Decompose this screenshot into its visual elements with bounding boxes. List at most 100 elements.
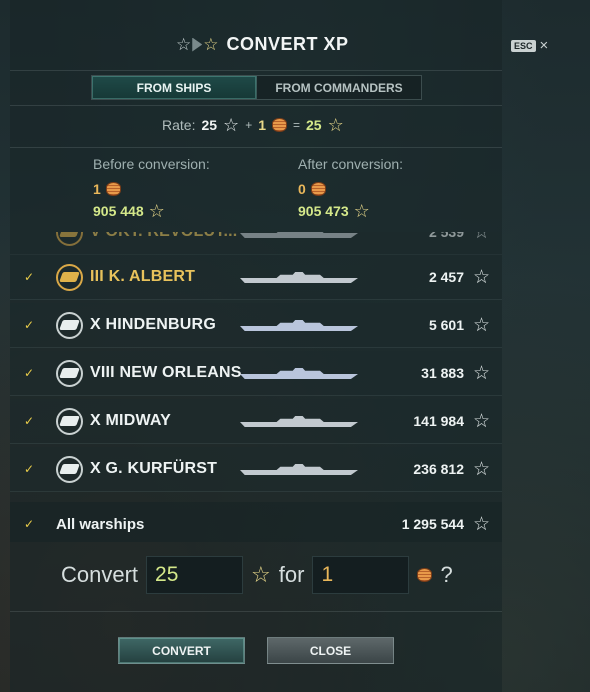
ship-xp: 141 984 — [413, 413, 464, 429]
divider — [10, 611, 502, 612]
tab-from-commanders[interactable]: FROM COMMANDERS — [257, 76, 421, 99]
rate-equals: = — [293, 118, 301, 132]
ship-name: X MIDWAY — [90, 412, 172, 429]
free-xp-star-icon: ☆ — [251, 562, 271, 587]
after-doubloons-line: 0 — [298, 178, 403, 200]
for-label: for — [278, 562, 305, 587]
checkmark-icon[interactable]: ✓ — [24, 414, 34, 428]
xp-star-icon: ☆ — [223, 115, 240, 135]
ship-name: X HINDENBURG — [90, 316, 216, 333]
ship-name: V OKT. REVOLUT... — [90, 232, 237, 241]
all-warships-label: All warships — [56, 515, 145, 533]
xp-star-icon: ☆ — [472, 458, 490, 480]
rate-xp-value: 25 — [201, 117, 218, 133]
free-xp-star-icon: ☆ — [148, 201, 165, 221]
before-doubloons-line: 1 — [93, 178, 210, 200]
arrow-icon — [192, 37, 203, 52]
rate-free-xp-value: 25 — [306, 117, 322, 133]
divider — [10, 70, 502, 71]
ship-silhouette — [240, 317, 358, 331]
before-free-xp: 905 448 — [93, 203, 144, 219]
xp-star-icon: ☆ — [176, 34, 192, 54]
ship-row[interactable]: ✓ X MIDWAY 141 984 ☆ — [10, 399, 502, 444]
ship-row[interactable]: ✓ X HINDENBURG 5 601 ☆ — [10, 303, 502, 348]
doubloon-icon — [272, 118, 287, 132]
before-label: Before conversion: — [93, 156, 210, 172]
dialog-header: ☆ ☆ CONVERT XP ESC × — [0, 30, 590, 60]
ship-name: III K. ALBERT — [90, 268, 196, 285]
after-free-xp: 905 473 — [298, 203, 349, 219]
ship-class-icon — [56, 455, 83, 483]
ship-row[interactable]: ✓ III K. ALBERT 2 457 ☆ — [10, 255, 502, 300]
free-xp-star-icon: ☆ — [353, 201, 370, 221]
xp-star-icon: ☆ — [472, 314, 490, 336]
after-doubloons: 0 — [298, 181, 306, 197]
checkmark-icon[interactable]: ✓ — [24, 318, 34, 332]
ship-xp: 2 457 — [428, 269, 464, 285]
ship-row[interactable]: ✓ X G. KURFÜRST 236 812 ☆ — [10, 447, 502, 492]
doubloon-icon — [105, 182, 121, 196]
after-free-xp-line: 905 473 ☆ — [298, 200, 403, 222]
xp-amount-input[interactable]: 25 — [146, 556, 244, 594]
esc-key-badge: ESC — [511, 39, 536, 52]
xp-star-icon: ☆ — [472, 513, 490, 535]
ship-name: VIII NEW ORLEANS — [90, 364, 242, 381]
xp-star-icon: ☆ — [472, 232, 490, 243]
help-icon[interactable]: ? — [440, 562, 452, 588]
ship-class-icon — [56, 359, 83, 387]
free-xp-star-icon: ☆ — [327, 115, 344, 135]
free-xp-star-icon: ☆ — [203, 34, 219, 54]
ship-class-icon — [56, 232, 83, 246]
close-button[interactable]: CLOSE — [267, 637, 394, 664]
all-warships-xp: 1 295 544 — [401, 516, 464, 532]
ship-xp: 5 601 — [428, 317, 464, 333]
xp-convert-icon: ☆ ☆ — [176, 35, 219, 55]
close-icon[interactable]: × — [540, 38, 549, 53]
ship-row[interactable]: ✓ VIII NEW ORLEANS 31 883 ☆ — [10, 351, 502, 396]
doubloon-icon — [417, 568, 433, 582]
ship-silhouette — [240, 232, 358, 238]
ship-xp: 236 812 — [413, 461, 464, 477]
ship-list[interactable]: V OKT. REVOLUT... 2 539 ☆ ✓ III K. ALBER… — [10, 232, 502, 542]
conversion-rate: Rate: 25 ☆ + 1 = 25 ☆ — [162, 116, 344, 134]
ship-silhouette — [240, 269, 358, 283]
title-group: ☆ ☆ CONVERT XP — [176, 34, 349, 55]
xp-star-icon: ☆ — [472, 266, 490, 288]
after-conversion: After conversion: 0 905 473 ☆ — [298, 156, 403, 222]
ship-silhouette — [240, 413, 358, 427]
divider — [10, 105, 502, 106]
after-label: After conversion: — [298, 156, 404, 172]
esc-close-button[interactable]: ESC × — [511, 38, 548, 53]
all-warships-row[interactable]: ✓ All warships 1 295 544 ☆ — [10, 502, 502, 542]
ship-xp: 31 883 — [421, 365, 464, 381]
tab-from-ships[interactable]: FROM SHIPS — [92, 76, 257, 99]
divider — [10, 147, 502, 148]
before-doubloons: 1 — [93, 181, 101, 197]
convert-button[interactable]: CONVERT — [118, 637, 245, 664]
checkmark-icon[interactable]: ✓ — [24, 517, 34, 531]
doubloon-cost-input[interactable]: 1 — [312, 556, 410, 594]
ship-xp: 2 539 — [428, 232, 464, 240]
doubloon-icon — [310, 182, 326, 196]
ship-class-icon — [56, 407, 83, 435]
ship-silhouette — [240, 365, 358, 379]
convert-controls: Convert 25 ☆ for 1 ? — [61, 556, 453, 594]
rate-label: Rate: — [162, 117, 196, 133]
xp-star-icon: ☆ — [472, 362, 490, 384]
xp-star-icon: ☆ — [472, 410, 490, 432]
convert-label: Convert — [61, 562, 139, 587]
before-free-xp-line: 905 448 ☆ — [93, 200, 210, 222]
ship-class-icon — [56, 263, 83, 291]
ship-row[interactable]: V OKT. REVOLUT... 2 539 ☆ — [10, 232, 502, 255]
checkmark-icon[interactable]: ✓ — [24, 366, 34, 380]
checkmark-icon[interactable]: ✓ — [24, 270, 34, 284]
source-tabs: FROM SHIPS FROM COMMANDERS — [91, 75, 422, 100]
ship-class-icon — [56, 311, 83, 339]
rate-doubloon-value: 1 — [258, 117, 266, 133]
ship-silhouette — [240, 461, 358, 475]
page-title: CONVERT XP — [226, 34, 349, 54]
rate-plus: + — [245, 118, 253, 132]
before-conversion: Before conversion: 1 905 448 ☆ — [93, 156, 210, 222]
checkmark-icon[interactable]: ✓ — [24, 462, 34, 476]
ship-name: X G. KURFÜRST — [90, 460, 218, 477]
